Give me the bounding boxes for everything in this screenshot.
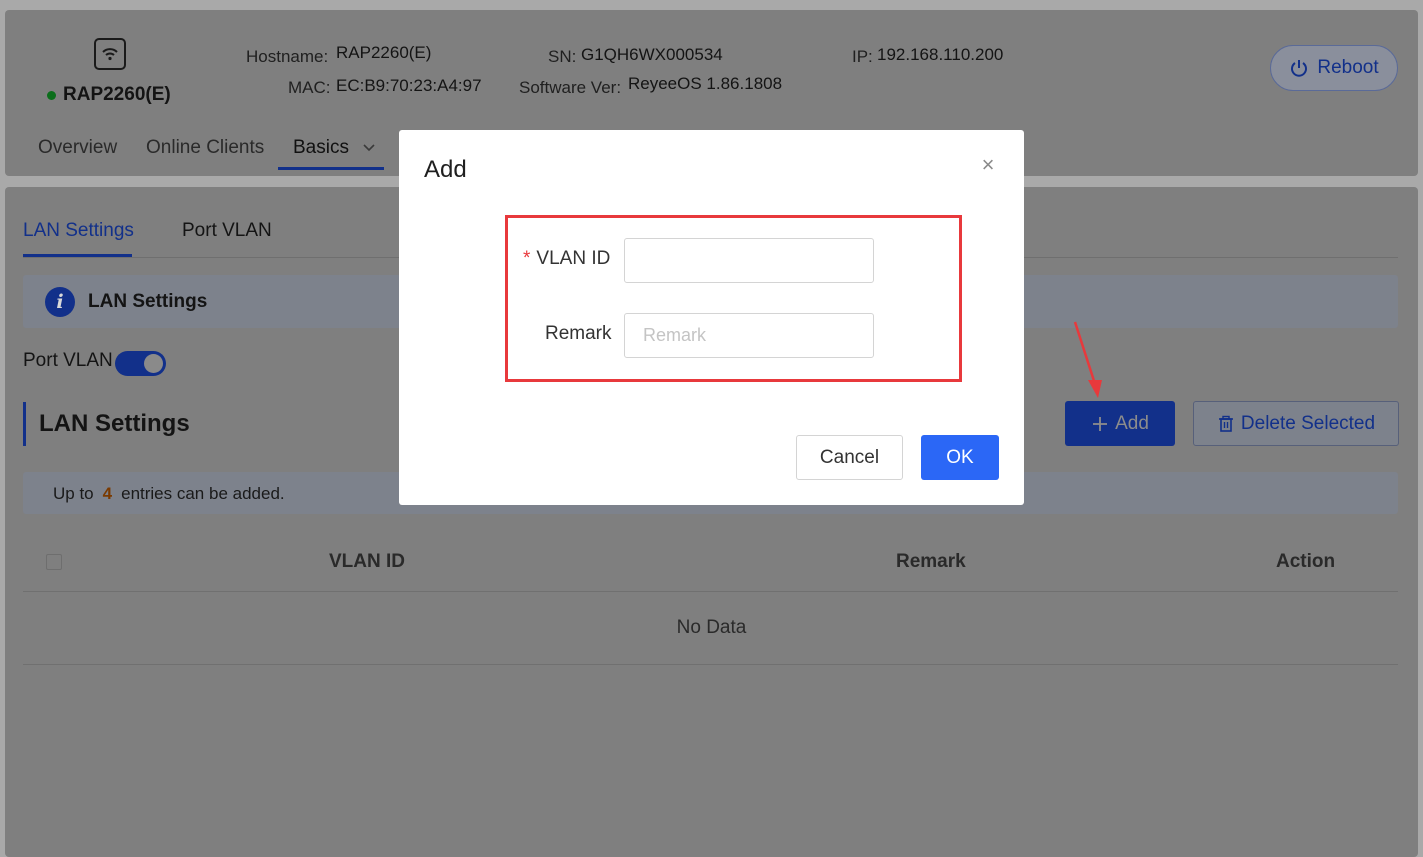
- cancel-button[interactable]: Cancel: [796, 435, 903, 480]
- dialog-title: Add: [424, 156, 467, 183]
- ok-button[interactable]: OK: [921, 435, 999, 480]
- required-mark: *: [523, 248, 531, 269]
- add-dialog: Add × *VLAN ID Remark Cancel OK: [399, 130, 1024, 505]
- vlan-id-label: * VLAN ID: [523, 248, 610, 270]
- close-icon[interactable]: ×: [977, 154, 999, 176]
- remark-label: Remark: [545, 323, 612, 344]
- vlan-id-label-text: VLAN ID: [536, 248, 611, 269]
- vlan-id-input[interactable]: [624, 238, 874, 283]
- remark-input[interactable]: [624, 313, 874, 358]
